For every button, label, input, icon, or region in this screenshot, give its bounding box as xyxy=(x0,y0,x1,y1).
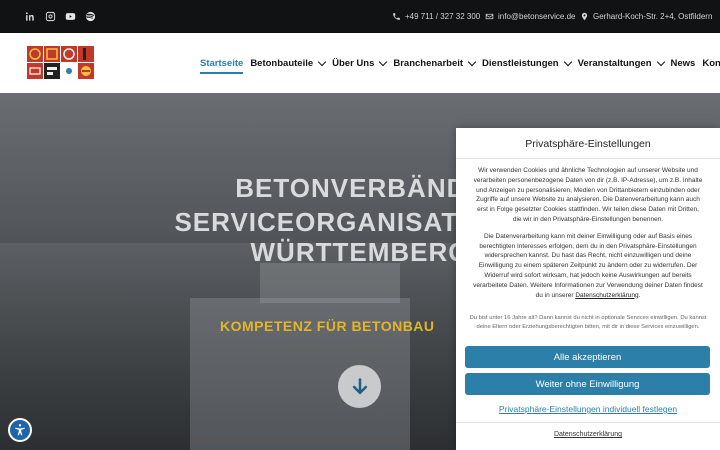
consent-paragraph-2-text: Die Datenverarbeitung kann mit deiner Ei… xyxy=(473,232,703,299)
accessibility-button[interactable] xyxy=(8,418,32,442)
chevron-down-icon xyxy=(317,57,327,66)
address-text: Gerhard-Koch-Str. 2+4, Ostfildern xyxy=(593,12,713,21)
divider xyxy=(456,158,720,159)
instagram-icon[interactable] xyxy=(40,7,60,27)
phone-number: +49 711 / 327 32 300 xyxy=(405,12,481,21)
nav-kontakt[interactable]: Kontakt xyxy=(702,53,720,73)
main-nav: Startseite Betonbauteile Über Uns Branch… xyxy=(200,33,720,93)
nav-ueber-uns[interactable]: Über Uns xyxy=(332,53,388,73)
youtube-icon[interactable] xyxy=(60,7,80,27)
consent-paragraph-2-end: . xyxy=(638,291,641,299)
nav-label: News xyxy=(670,57,696,69)
nav-branchenarbeit[interactable]: Branchenarbeit xyxy=(393,53,477,73)
hero-building-shape xyxy=(260,263,400,303)
divider xyxy=(456,422,720,423)
chevron-down-icon xyxy=(656,57,665,66)
hero-subtitle: KOMPETENZ FÜR BETONBAU xyxy=(220,318,435,334)
arrow-down-icon xyxy=(352,377,367,394)
address-contact[interactable]: Gerhard-Koch-Str. 2+4, Ostfildern xyxy=(580,0,712,33)
chevron-down-icon xyxy=(563,57,572,66)
top-bar: +49 711 / 327 32 300 info@betonservice.d… xyxy=(0,0,720,33)
scroll-down-button[interactable] xyxy=(338,365,381,408)
privacy-policy-link[interactable]: Datenschutzerklärung xyxy=(456,431,720,438)
nav-veranstaltungen[interactable]: Veranstaltungen xyxy=(577,53,665,73)
nav-news[interactable]: News xyxy=(671,53,696,73)
nav-startseite[interactable]: Startseite xyxy=(200,53,244,74)
nav-label: Startseite xyxy=(200,57,244,69)
consent-paragraph-2: Die Datenverarbeitung kann mit deiner Ei… xyxy=(472,232,704,301)
chevron-down-icon xyxy=(379,57,388,66)
privacy-policy-inline-link[interactable]: Datenschutzerklärung xyxy=(575,292,638,299)
map-pin-icon xyxy=(581,12,588,21)
consent-paragraph-1: Wir verwenden Cookies und ähnliche Techn… xyxy=(473,167,703,223)
accessibility-icon xyxy=(15,424,25,436)
site-logo[interactable] xyxy=(27,46,95,80)
phone-contact[interactable]: +49 711 / 327 32 300 xyxy=(392,0,480,33)
continue-without-consent-button[interactable]: Weiter ohne Einwilligung xyxy=(465,373,710,395)
nav-label: Über Uns xyxy=(332,57,375,69)
nav-label: Dienstleistungen xyxy=(482,57,559,69)
nav-label: Veranstaltungen xyxy=(577,57,652,69)
linkedin-icon[interactable] xyxy=(20,7,40,27)
nav-label: Betonbauteile xyxy=(250,57,314,69)
phone-icon xyxy=(393,13,400,20)
nav-betonbauteile[interactable]: Betonbauteile xyxy=(250,53,327,73)
envelope-icon xyxy=(485,13,494,20)
email-contact[interactable]: info@betonservice.de xyxy=(485,0,576,33)
nav-label: Branchenarbeit xyxy=(393,57,464,69)
spotify-icon[interactable] xyxy=(80,7,100,27)
individual-settings-link[interactable]: Privatsphäre-Einstellungen individuell f… xyxy=(456,404,720,414)
chevron-down-icon xyxy=(467,57,477,66)
nav-label: Kontakt xyxy=(702,57,720,69)
privacy-consent-dialog: Privatsphäre-Einstellungen Wir verwenden… xyxy=(456,128,720,450)
nav-dienstleistungen[interactable]: Dienstleistungen xyxy=(482,53,572,73)
accept-all-button[interactable]: Alle akzeptieren xyxy=(465,346,710,368)
consent-title: Privatsphäre-Einstellungen xyxy=(525,138,651,150)
age-notice: Du bist unter 16 Jahre alt? Dann kannst … xyxy=(469,315,707,330)
social-links xyxy=(20,0,100,33)
email-address: info@betonservice.de xyxy=(498,12,576,21)
